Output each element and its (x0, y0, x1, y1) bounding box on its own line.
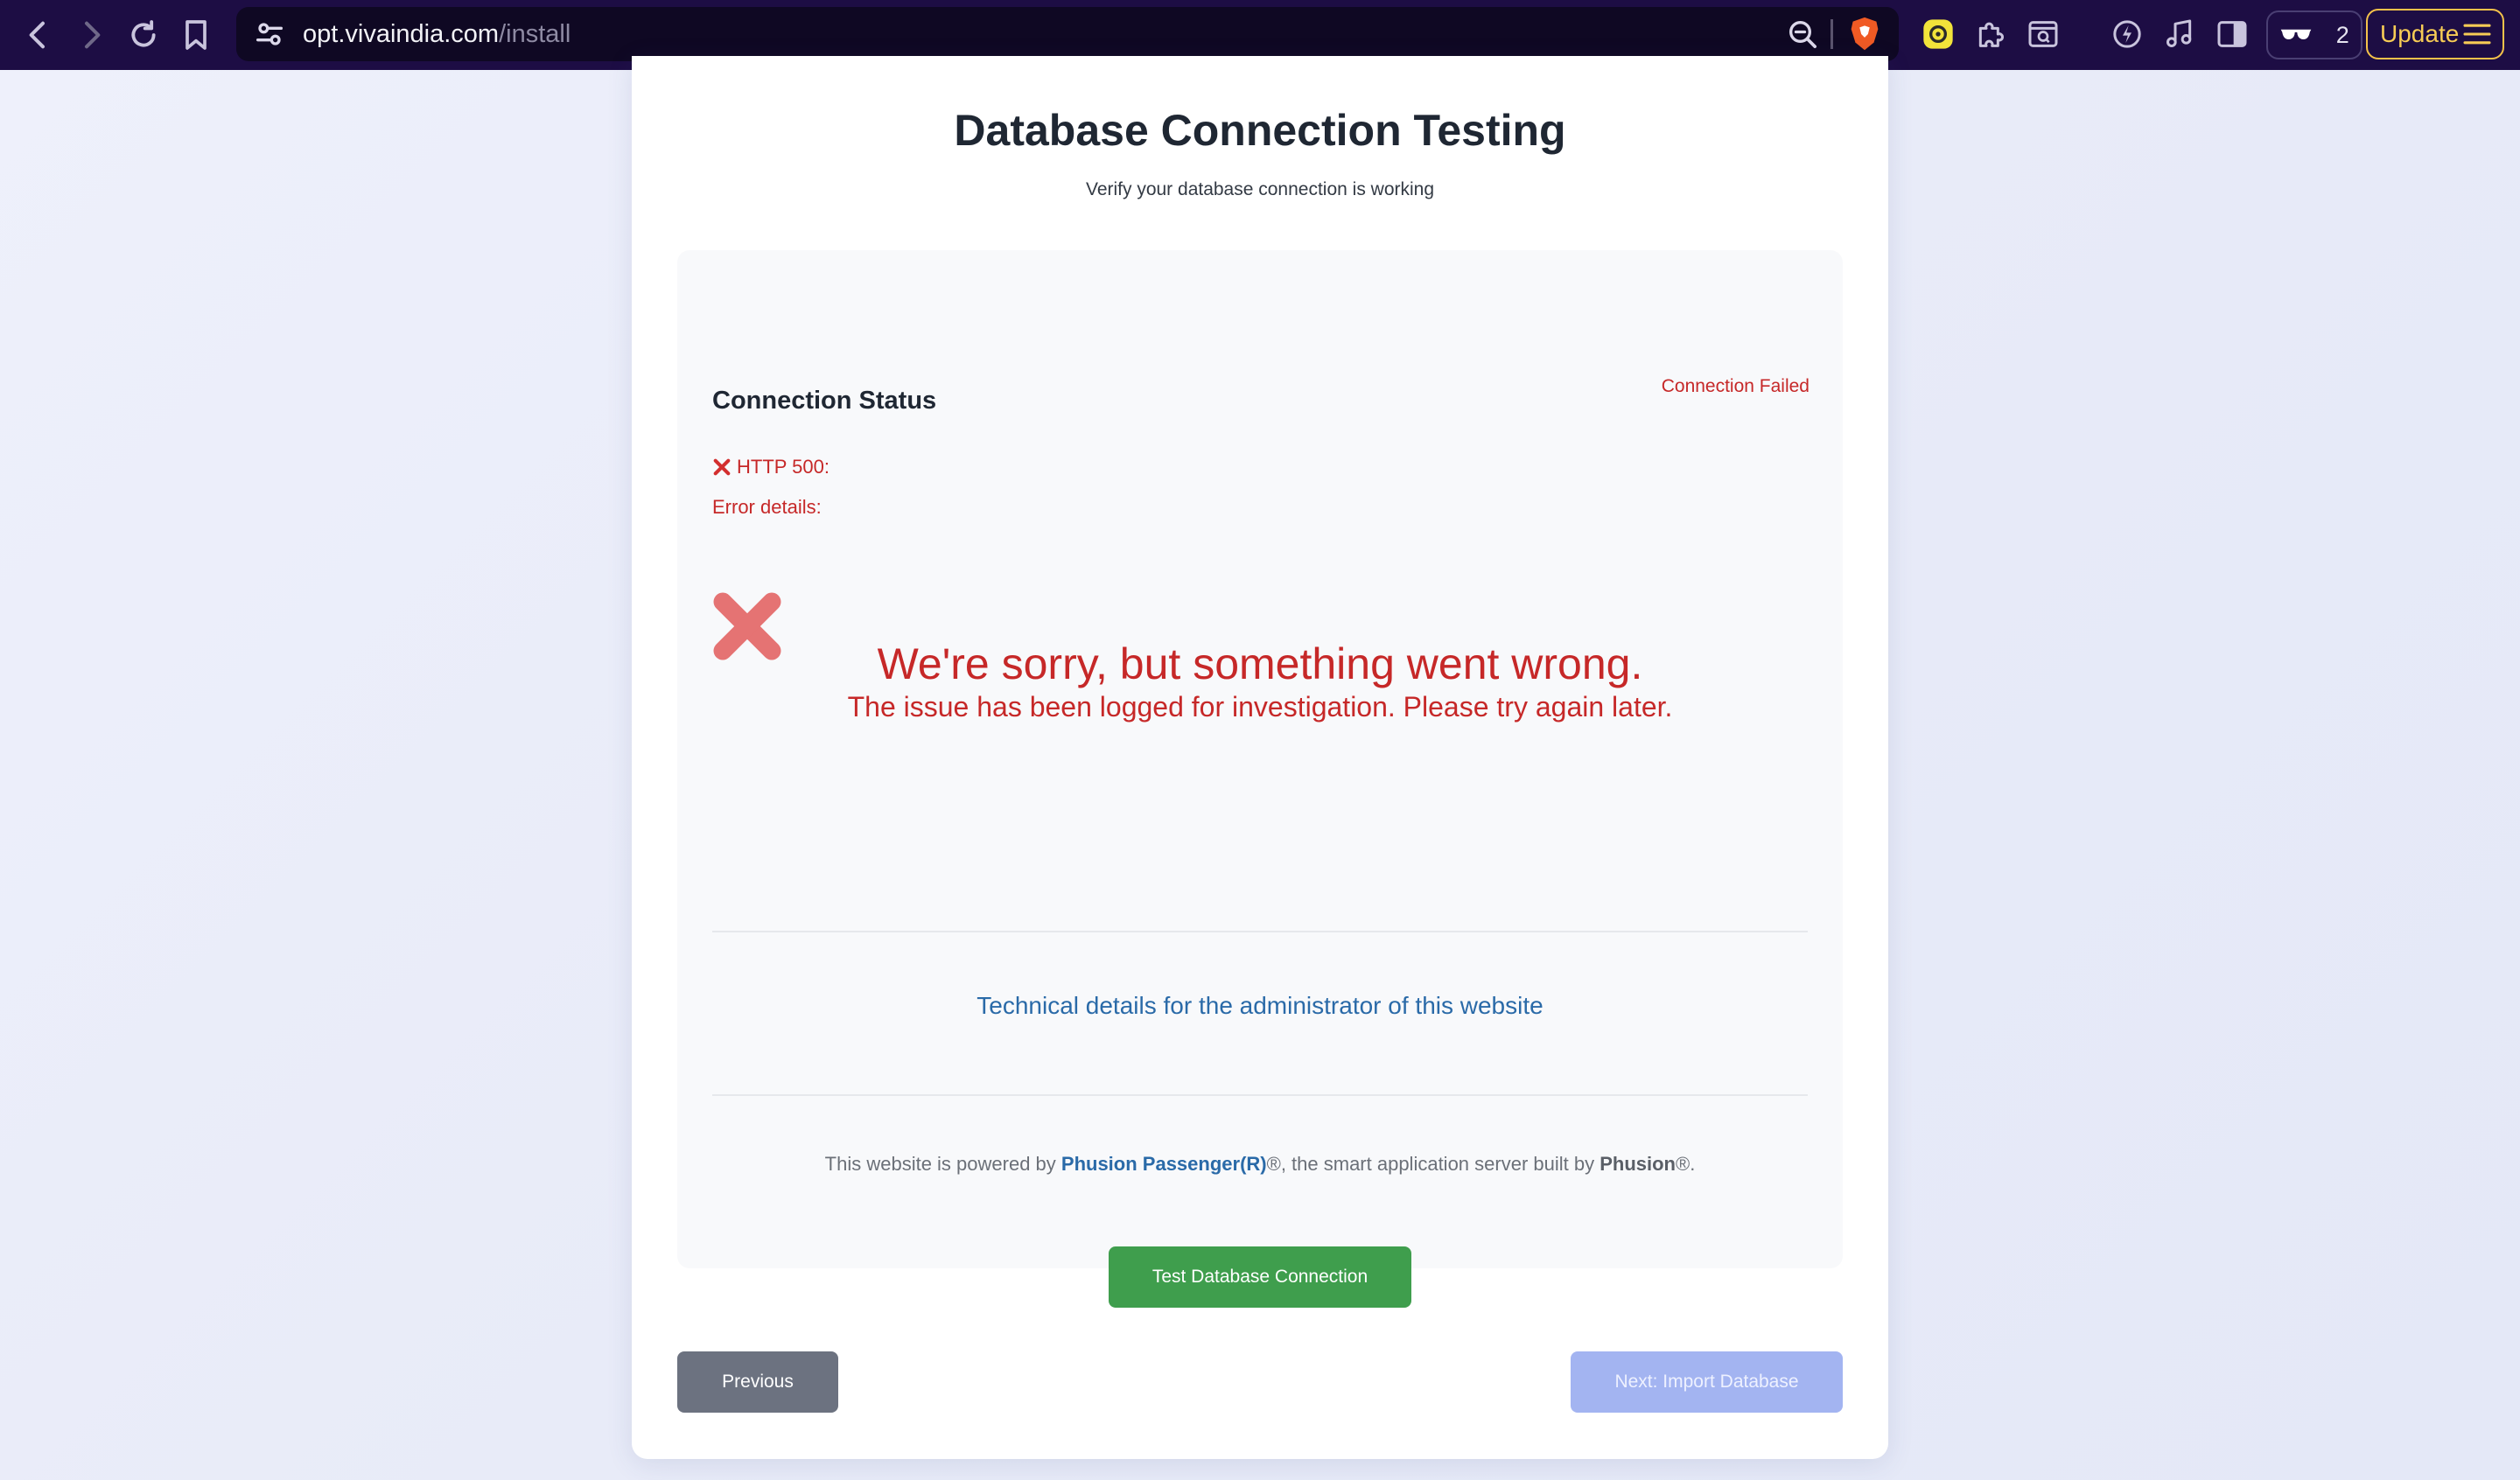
next-import-database-button[interactable]: Next: Import Database (1571, 1351, 1843, 1413)
powered-suffix: ®. (1676, 1153, 1696, 1175)
status-heading: Connection Status (712, 387, 937, 415)
chevron-right-icon (85, 21, 101, 49)
private-window-indicator[interactable]: 2 (2266, 10, 2362, 59)
chevron-left-icon (29, 21, 45, 49)
installer-card: Database Connection Testing Verify your … (632, 56, 1888, 1459)
extensions-button[interactable] (1969, 12, 2012, 56)
forward-button[interactable] (68, 12, 114, 58)
window-count: 2 (2335, 21, 2349, 48)
test-database-connection-button[interactable]: Test Database Connection (1109, 1246, 1411, 1308)
url-text[interactable]: opt.vivaindia.com/install (303, 7, 570, 61)
status-badge: Connection Failed (1661, 376, 1810, 396)
powered-middle: ®, the smart application server built by (1266, 1153, 1600, 1175)
rewards-icon (1923, 19, 1953, 49)
url-host: opt.vivaindia.com (303, 20, 500, 48)
divider (712, 931, 1808, 932)
technical-details-link[interactable]: Technical details for the administrator … (677, 992, 1843, 1020)
update-label: Update (2380, 20, 2460, 47)
connection-status-panel: Connection Status Connection Failed HTTP… (677, 250, 1843, 1268)
update-button[interactable]: Update (2366, 9, 2504, 59)
error-details-label: Error details: (712, 496, 822, 518)
page-title: Database Connection Testing (954, 106, 1566, 155)
page-subtitle: Verify your database connection is worki… (1085, 179, 1435, 199)
puzzle-icon (1978, 22, 2004, 47)
url-path: /install (499, 20, 571, 48)
powered-by-text: This website is powered by Phusion Passe… (677, 1153, 1843, 1176)
http-error-line: HTTP 500: (712, 456, 830, 478)
media-button[interactable] (2158, 12, 2202, 56)
zoom-icon[interactable] (1785, 17, 1820, 52)
brave-shields-icon[interactable] (1844, 14, 1885, 54)
music-note-icon (2166, 19, 2192, 47)
bookmark-button[interactable] (173, 12, 219, 58)
sidebar-toggle-button[interactable] (2210, 12, 2254, 56)
error-subline: The issue has been logged for investigat… (847, 691, 1673, 723)
divider (1830, 19, 1833, 49)
divider (712, 1094, 1808, 1096)
phusion-company: Phusion (1600, 1153, 1676, 1175)
reader-mode-icon (2028, 21, 2058, 47)
hamburger-menu-icon (2463, 24, 2491, 45)
http-error-text: HTTP 500: (737, 456, 830, 478)
sidebar-icon (2217, 21, 2247, 47)
error-headline: We're sorry, but something went wrong. (877, 639, 1643, 688)
leo-ai-button[interactable] (2105, 12, 2149, 56)
sunglasses-icon (2280, 29, 2312, 39)
reader-mode-button[interactable] (2021, 12, 2065, 56)
bookmark-icon (186, 20, 206, 50)
error-x-icon (713, 458, 731, 476)
leo-ai-icon (2113, 20, 2141, 48)
address-bar[interactable]: opt.vivaindia.com/install (236, 7, 1899, 61)
back-button[interactable] (16, 12, 61, 58)
phusion-passenger-link[interactable]: Phusion Passenger(R) (1061, 1153, 1267, 1175)
site-settings-icon[interactable] (252, 17, 287, 52)
extension-button[interactable] (1916, 12, 1960, 56)
reload-button[interactable] (121, 12, 166, 58)
reload-icon (131, 20, 156, 47)
previous-button[interactable]: Previous (677, 1351, 838, 1413)
powered-prefix: This website is powered by (824, 1153, 1061, 1175)
